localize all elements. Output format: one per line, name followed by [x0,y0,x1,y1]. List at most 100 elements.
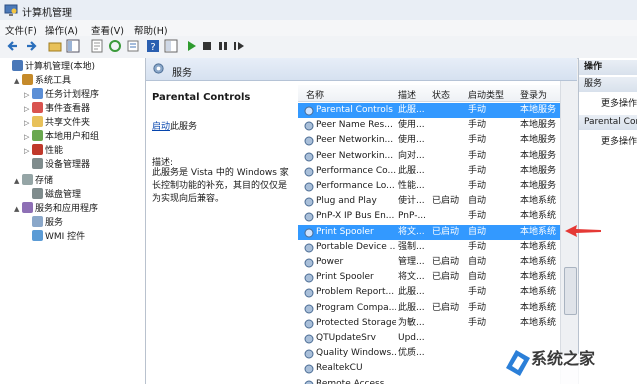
service-row[interactable]: Power 管理... 已启动 自动 本地系统 [298,255,560,270]
tools-icon [22,74,33,85]
start-service-icon[interactable] [184,39,198,53]
service-logon: 本地系统 [520,272,557,283]
help-icon[interactable]: ? [146,39,160,53]
tree-expander-icon[interactable]: ▷ [24,131,32,144]
scrollbar-thumb[interactable] [564,267,577,315]
tree-expander-icon[interactable]: ▷ [24,145,32,158]
tree-node[interactable]: ▷ 任务计划程序 [24,88,99,101]
restart-service-icon[interactable] [232,39,246,53]
service-row[interactable]: Protected Storage 为敏... 手动 本地系统 [298,316,560,331]
service-startup-type: 自动 [468,257,487,267]
tree-node[interactable]: ▲ 系统工具 [14,74,71,87]
service-row[interactable]: Parental Controls 此服... 手动 本地服务 [298,103,560,118]
service-description: 向对... [398,150,425,161]
stop-service-icon[interactable] [200,39,214,53]
red-arrow-annotation [565,225,601,237]
service-gear-icon [304,136,314,146]
tree-node[interactable]: 计算机管理(本地) [4,60,95,73]
tree-node-label: 系统工具 [35,76,72,86]
service-startup-type: 手动 [468,241,487,252]
actions-section-services[interactable]: 服务 [579,77,637,92]
service-description: 强制... [398,241,425,252]
menu-action[interactable]: 操作(A) [45,23,78,37]
forward-icon[interactable] [24,39,38,53]
tree-node-label: 存储 [35,176,54,186]
actions-pane: 操作 服务 更多操作 Parental Contr... 更多操作 [578,58,637,384]
service-row[interactable]: Peer Networkin... 向对... 手动 本地服务 [298,149,560,164]
menu-help[interactable]: 帮助(H) [134,23,168,37]
tree-node[interactable]: ▷ 事件查看器 [24,102,90,115]
start-service-link[interactable]: 启动 [152,122,170,132]
service-row[interactable]: Print Spooler 将文... 已启动 自动 本地系统 [298,270,560,285]
service-description: 管理... [398,257,425,267]
service-name: Print Spooler [316,226,374,237]
tree-node[interactable]: ▲ 服务和应用程序 [14,202,98,215]
column-status[interactable]: 状态 [432,88,450,101]
watermark-text: 系统之家 [531,349,596,368]
more-actions-services[interactable]: 更多操作 [601,96,637,109]
more-actions-parental[interactable]: 更多操作 [601,134,637,147]
tree-node[interactable]: ▷ 共享文件夹 [24,116,90,129]
column-name[interactable]: 名称 [306,88,324,101]
column-logon-as[interactable]: 登录为 [520,88,547,101]
services-list: 名称 描述 状态 启动类型 登录为 Parental Controls 此服...… [298,81,560,384]
service-description: Upd... [398,333,425,343]
service-name: Peer Networkin... [316,150,394,161]
service-row[interactable]: Performance Co... 此服... 手动 本地服务 [298,164,560,179]
refresh-icon[interactable] [108,39,122,53]
computer-management-icon [4,3,18,17]
service-row[interactable]: Program Compa... 此服... 已启动 手动 本地系统 [298,301,560,316]
service-row[interactable]: Portable Device ... 强制... 手动 本地系统 [298,240,560,255]
service-row[interactable]: Print Spooler 将文... 已启动 自动 本地系统 [298,224,560,240]
tree-expander-icon[interactable]: ▲ [14,203,22,216]
service-startup-type: 手动 [468,302,487,313]
tree-expander-icon[interactable]: ▷ [24,89,32,102]
tree-node[interactable]: WMI 控件 [24,230,85,243]
tree-expander-icon[interactable]: ▷ [24,103,32,116]
service-status: 已启动 [432,196,460,207]
service-gear-icon [304,167,314,177]
column-startup-type[interactable]: 启动类型 [468,88,504,101]
service-name: Program Compa... [316,302,396,313]
actions-section-parental[interactable]: Parental Contr... [579,115,637,130]
service-logon: 本地服务 [520,165,557,176]
service-row[interactable]: Plug and Play 使计... 已启动 自动 本地系统 [298,194,560,209]
tree-node[interactable]: 设备管理器 [24,158,90,171]
menu-view[interactable]: 查看(V) [91,23,124,37]
pause-service-icon[interactable] [216,39,230,53]
tree-expander-icon[interactable]: ▷ [24,117,32,130]
tree-expander-icon[interactable]: ▲ [14,175,22,188]
show-tree-icon[interactable] [66,39,80,53]
actions-title: 操作 [579,60,637,75]
service-name: Power [316,257,344,267]
tree-node[interactable]: ▷ 性能 [24,144,63,157]
service-name: Plug and Play [316,196,377,207]
tree-node-label: 设备管理器 [45,160,91,170]
service-row[interactable]: PnP-X IP Bus En... PnP-... 手动 本地系统 [298,209,560,224]
column-description[interactable]: 描述 [398,88,416,101]
tree-node[interactable]: ▷ 本地用户和组 [24,130,99,143]
tree-node[interactable]: 磁盘管理 [24,188,81,201]
service-status: 已启动 [432,302,460,313]
back-icon[interactable] [6,39,20,53]
console-icon[interactable] [164,39,178,53]
properties-icon[interactable] [90,39,104,53]
service-gear-icon [304,106,314,116]
tree-node[interactable]: 服务 [24,216,63,229]
service-row[interactable]: Performance Lo... 性能... 手动 本地服务 [298,179,560,194]
service-gear-icon [304,258,314,268]
service-name: Portable Device ... [316,241,396,252]
service-row[interactable]: Peer Networkin... 使用... 手动 本地服务 [298,133,560,148]
service-logon: 本地系统 [520,287,557,298]
menu-file[interactable]: 文件(F) [5,23,37,37]
tree-node[interactable]: ▲ 存储 [14,174,53,187]
service-row[interactable]: Peer Name Res... 使用... 手动 本地服务 [298,118,560,133]
export-list-icon[interactable] [126,39,140,53]
service-logon: 本地系统 [520,241,557,252]
service-name: Print Spooler [316,272,374,283]
service-gear-icon [304,349,314,359]
up-folder-icon[interactable] [48,39,62,53]
service-row[interactable]: Problem Report... 此服... 手动 本地系统 [298,285,560,300]
tree-expander-icon[interactable]: ▲ [14,75,22,88]
service-action: 启动此服务 [152,119,197,132]
